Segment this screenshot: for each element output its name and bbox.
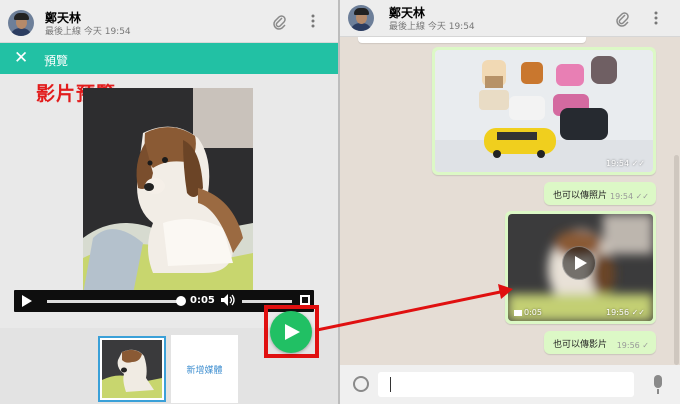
more-vertical-icon[interactable] bbox=[654, 11, 658, 28]
microphone-icon[interactable] bbox=[654, 375, 662, 388]
play-icon[interactable] bbox=[22, 295, 32, 307]
video-camera-icon bbox=[514, 309, 522, 316]
message-input[interactable] bbox=[378, 372, 634, 397]
message-text: 也可以傳照片 bbox=[553, 191, 608, 201]
media-thumbnail[interactable] bbox=[98, 336, 166, 402]
message-time: 19:54 ✓✓ bbox=[605, 159, 645, 168]
video-message[interactable]: 0:05 19:56 ✓✓ bbox=[505, 211, 656, 324]
dog-thumbnail-image bbox=[102, 340, 162, 398]
avatar[interactable] bbox=[348, 5, 374, 31]
message-time: 19:56 ✓ bbox=[616, 341, 649, 350]
chat-scrollbar[interactable] bbox=[674, 155, 679, 365]
volume-slider[interactable] bbox=[242, 300, 292, 303]
photo-message[interactable]: 19:54 ✓✓ bbox=[432, 47, 656, 175]
volume-icon[interactable] bbox=[220, 293, 236, 312]
close-icon[interactable]: ✕ bbox=[14, 48, 28, 68]
preview-title: 預覽 bbox=[44, 54, 69, 68]
contact-status: 最後上線 今天 19:54 bbox=[45, 27, 131, 37]
play-icon bbox=[575, 256, 587, 270]
paperclip-icon[interactable] bbox=[273, 14, 287, 33]
video-time: 0:05 bbox=[190, 295, 215, 306]
previous-message-bubble bbox=[358, 37, 586, 43]
chat-pane: 鄭天林 最後上線 今天 19:54 19:54 ✓✓ 也可以傳照片 19:54 … bbox=[340, 0, 680, 404]
text-caret bbox=[390, 377, 391, 392]
more-vertical-icon[interactable] bbox=[311, 14, 315, 31]
blurred-video-thumbnail: 0:05 19:56 ✓✓ bbox=[508, 214, 653, 321]
message-time: 19:54 ✓✓ bbox=[609, 192, 649, 201]
message-text: 也可以傳影片 bbox=[553, 340, 608, 350]
play-video-button[interactable] bbox=[562, 246, 596, 280]
seek-slider[interactable] bbox=[47, 296, 187, 306]
send-icon bbox=[285, 324, 300, 340]
paperclip-icon[interactable] bbox=[616, 11, 630, 30]
text-message[interactable]: 也可以傳照片 19:54 ✓✓ bbox=[544, 182, 656, 205]
contact-status: 最後上線 今天 19:54 bbox=[389, 22, 475, 32]
video-preview[interactable] bbox=[83, 88, 253, 294]
toy-cars-photo: 19:54 ✓✓ bbox=[435, 50, 653, 172]
message-composer bbox=[340, 365, 680, 404]
chat-header: 鄭天林 最後上線 今天 19:54 bbox=[340, 0, 680, 37]
avatar[interactable] bbox=[8, 10, 34, 36]
chat-header: 鄭天林 最後上線 今天 19:54 bbox=[0, 0, 338, 43]
add-media-label: 新增媒體 bbox=[186, 366, 223, 376]
send-button[interactable] bbox=[270, 311, 312, 353]
message-time: 19:56 ✓✓ bbox=[605, 308, 645, 317]
video-duration: 0:05 bbox=[514, 308, 542, 317]
add-media-button[interactable]: 新增媒體 bbox=[171, 335, 238, 403]
microphone-icon-stem bbox=[657, 389, 659, 394]
video-duration-label: 0:05 bbox=[524, 308, 542, 317]
text-message[interactable]: 也可以傳影片 19:56 ✓ bbox=[544, 331, 656, 354]
emoji-icon[interactable] bbox=[353, 376, 369, 392]
dog-video-frame bbox=[83, 88, 253, 294]
preview-bar: ✕ 預覽 bbox=[0, 43, 338, 74]
fullscreen-icon[interactable] bbox=[300, 295, 310, 305]
